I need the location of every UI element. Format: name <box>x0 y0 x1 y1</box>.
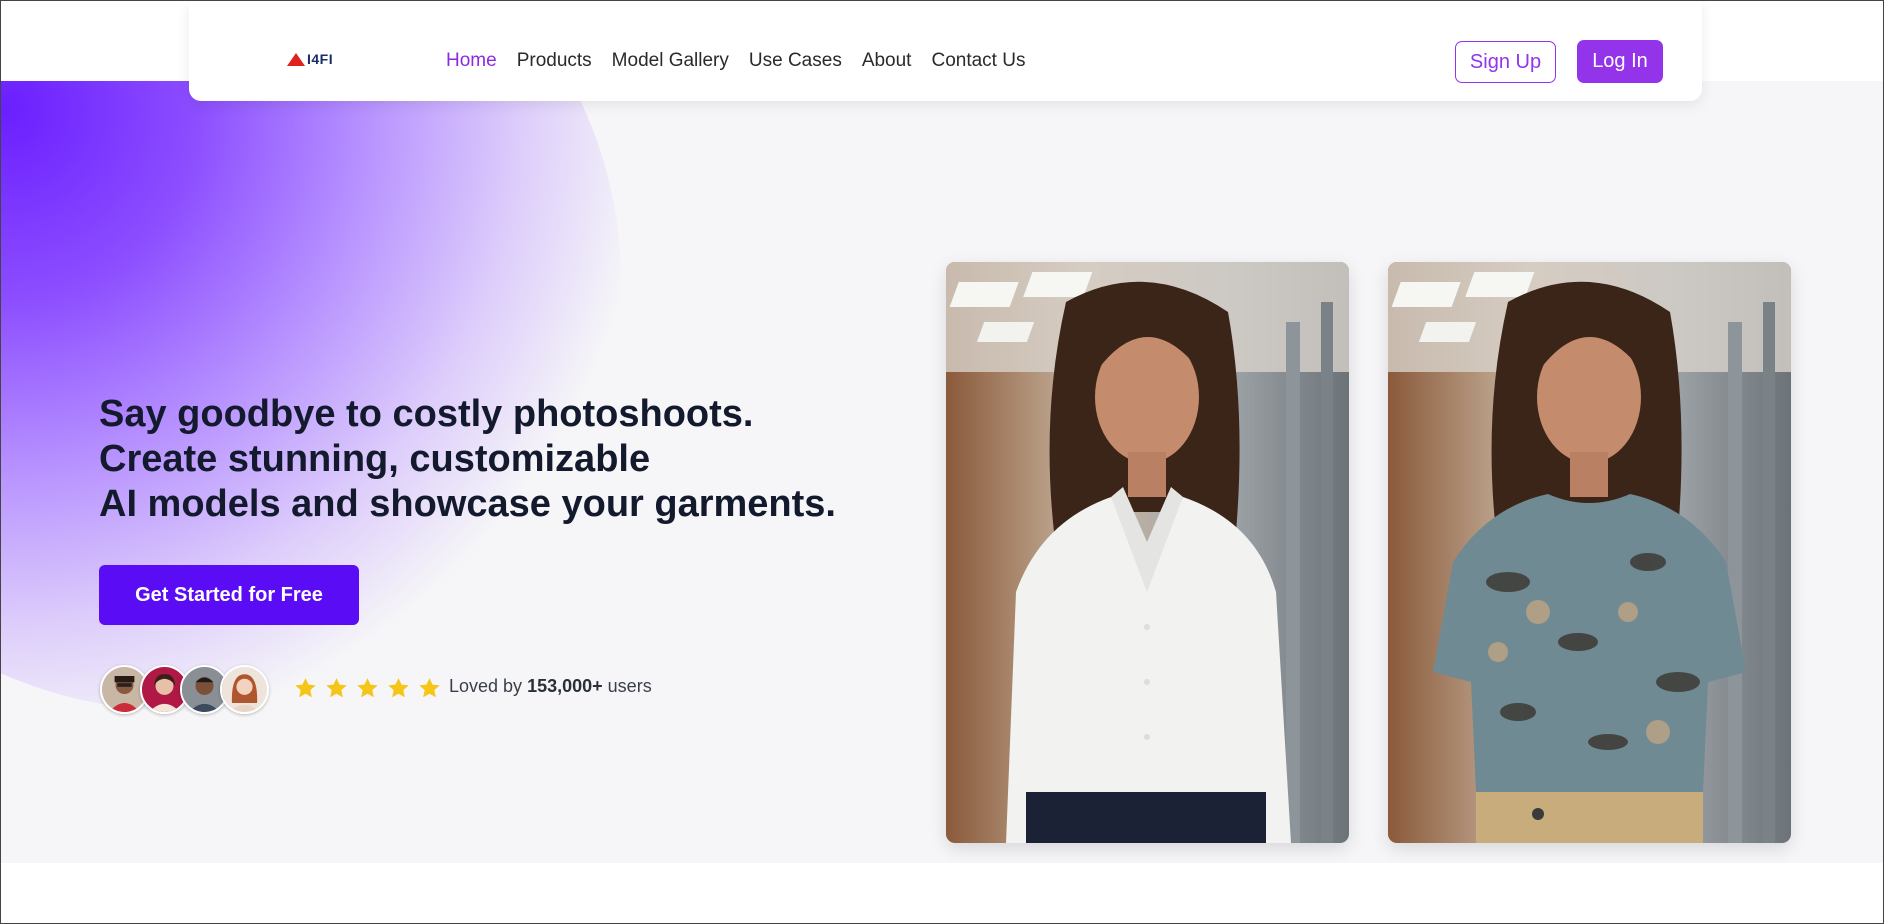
headline-line-3: AI models and showcase your garments. <box>99 483 836 525</box>
loved-suffix: users <box>607 676 652 696</box>
logo-icon <box>287 52 305 66</box>
nav-item-model-gallery[interactable]: Model Gallery <box>612 50 729 72</box>
star-icon <box>357 678 378 698</box>
user-avatars <box>100 665 269 714</box>
star-icon <box>419 678 440 698</box>
nav-item-contact-us[interactable]: Contact Us <box>931 50 1025 72</box>
star-icon <box>295 678 316 698</box>
star-icon <box>388 678 409 698</box>
get-started-button[interactable]: Get Started for Free <box>99 565 359 625</box>
nav-item-home[interactable]: Home <box>446 50 497 72</box>
log-in-button[interactable]: Log In <box>1577 40 1663 83</box>
loved-prefix: Loved by <box>449 676 523 696</box>
hero-section: Say goodbye to costly photoshoots. Creat… <box>1 81 1883 863</box>
nav-item-about[interactable]: About <box>862 50 912 72</box>
logo-text: I4FI <box>307 51 334 67</box>
model-photo-floral-tee <box>1388 262 1791 843</box>
sign-up-button[interactable]: Sign Up <box>1455 41 1556 83</box>
nav-links: Home Products Model Gallery Use Cases Ab… <box>446 50 1025 72</box>
star-icon <box>326 678 347 698</box>
avatar <box>220 665 269 714</box>
top-navbar: I4FI Home Products Model Gallery Use Cas… <box>189 1 1702 101</box>
headline-line-1: Say goodbye to costly photoshoots. <box>99 393 754 435</box>
loved-by-text: Loved by 153,000+ users <box>449 676 652 697</box>
nav-item-products[interactable]: Products <box>517 50 592 72</box>
page: Say goodbye to costly photoshoots. Creat… <box>0 0 1884 924</box>
model-photo-white-shirt <box>946 262 1349 843</box>
loved-count: 153,000+ <box>527 676 603 696</box>
rating-stars <box>293 676 442 701</box>
brand-logo[interactable]: I4FI <box>287 51 333 67</box>
nav-item-use-cases[interactable]: Use Cases <box>749 50 842 72</box>
headline-line-2: Create stunning, customizable <box>99 438 651 480</box>
hero-headline: Say goodbye to costly photoshoots. Creat… <box>99 392 836 527</box>
